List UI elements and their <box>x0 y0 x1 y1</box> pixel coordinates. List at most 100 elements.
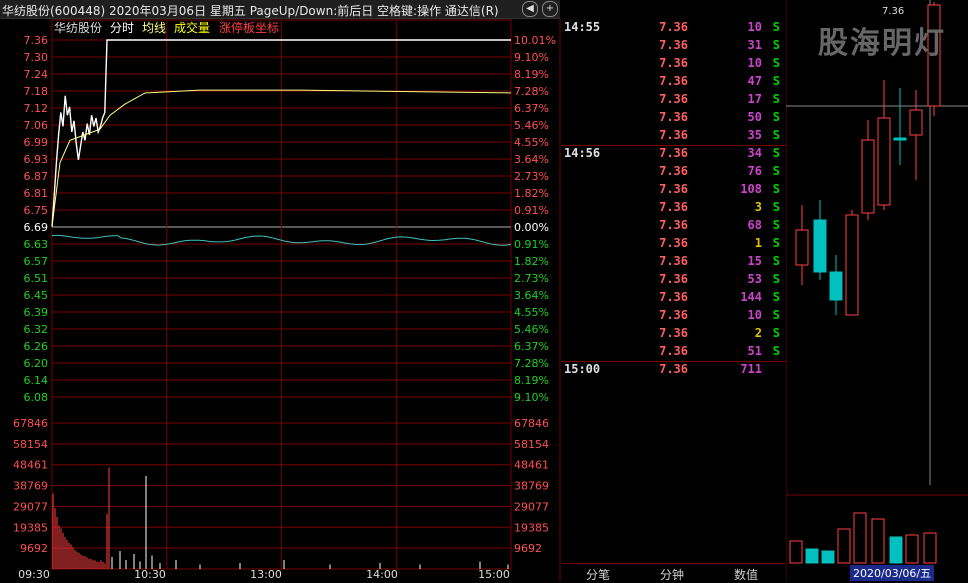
add-icon[interactable]: + <box>542 1 558 17</box>
legend-item: 涨停板坐标 <box>219 20 279 35</box>
price-tick-label: 7.24 <box>24 68 49 81</box>
price-tick-label: 6.20 <box>24 357 49 370</box>
kline-date-label: 2020/03/06/五 <box>850 565 935 581</box>
tick-row: 7.36 31 S <box>562 38 786 56</box>
volume-tick-label-right: 29077 <box>514 500 549 513</box>
tick-time: 14:56 <box>564 146 601 160</box>
pct-tick-label: 3.64% <box>514 289 549 302</box>
tick-bs: S <box>772 272 780 286</box>
tick-bs: S <box>772 326 780 340</box>
volume-tick-label: 19385 <box>13 521 48 534</box>
tick-vol: 10 <box>747 308 762 322</box>
price-tick-label: 6.93 <box>24 153 49 166</box>
price-tick-label: 6.14 <box>24 374 49 387</box>
tick-vol: 76 <box>747 164 762 178</box>
tick-row: 7.36 108 S <box>562 182 786 200</box>
tick-price: 7.36 <box>659 182 688 196</box>
price-tick-label: 7.06 <box>24 119 49 132</box>
tick-list[interactable]: 14:55 7.36 10 S 7.36 31 S 7.36 10 S 7.36 47 S 7.36 17 S… <box>562 18 786 563</box>
price-tick-label: 6.57 <box>24 255 49 268</box>
price-tick-label: 6.75 <box>24 204 49 217</box>
volume-tick-label: 38769 <box>13 480 48 493</box>
tick-row: 7.36 1 S <box>562 236 786 254</box>
tick-bs: S <box>772 290 780 304</box>
tick-row: 7.36 50 S <box>562 110 786 128</box>
pct-tick-label: 0.91% <box>514 204 549 217</box>
tick-bs: S <box>772 182 780 196</box>
tick-price: 7.36 <box>659 290 688 304</box>
pct-tick-label: 4.55% <box>514 306 549 319</box>
tick-row: 7.36 144 S <box>562 290 786 308</box>
tick-price: 7.36 <box>659 308 688 322</box>
pct-tick-label: 2.73% <box>514 272 549 285</box>
tick-vol: 3 <box>754 200 762 214</box>
tick-bs: S <box>772 164 780 178</box>
tick-price: 7.36 <box>659 38 688 52</box>
tick-row: 15:00 7.36 711 <box>562 362 786 380</box>
tick-vol: 50 <box>747 110 762 124</box>
pct-tick-label: 6.37% <box>514 102 549 115</box>
pct-tick-label: 9.10% <box>514 391 549 404</box>
tick-price: 7.36 <box>659 344 688 358</box>
tick-bs: S <box>772 200 780 214</box>
tick-row: 7.36 51 S <box>562 344 786 362</box>
price-tick-label: 7.36 <box>24 34 49 47</box>
pct-tick-label: 3.64% <box>514 153 549 166</box>
kline-volume-bar <box>837 528 851 564</box>
pct-tick-label: 2.73% <box>514 170 549 183</box>
tick-row: 7.36 15 S <box>562 254 786 272</box>
tab-minutes[interactable]: 分钟 <box>660 566 684 583</box>
volume-tick-label: 67846 <box>13 417 48 430</box>
tick-vol: 47 <box>747 74 762 88</box>
pct-tick-label: 5.46% <box>514 119 549 132</box>
tick-bs: S <box>772 74 780 88</box>
pct-tick-label: 10.01% <box>514 34 556 47</box>
price-tick-label: 6.99 <box>24 136 49 149</box>
price-tick-label: 6.08 <box>24 391 49 404</box>
time-tick-label: 10:30 <box>134 568 166 581</box>
tick-bs: S <box>772 110 780 124</box>
tick-price: 7.36 <box>659 146 688 160</box>
tick-vol: 2 <box>754 326 762 340</box>
tick-bs: S <box>772 218 780 232</box>
volume-tick-label-right: 9692 <box>514 542 542 555</box>
price-tick-label: 6.39 <box>24 306 49 319</box>
tick-vol: 53 <box>747 272 762 286</box>
kline-volume-bar <box>821 550 835 564</box>
tick-vol: 108 <box>740 182 762 196</box>
tick-vol: 10 <box>747 20 762 34</box>
price-tick-label: 6.69 <box>24 221 49 234</box>
tick-row: 7.36 10 S <box>562 308 786 326</box>
volume-tick-label-right: 19385 <box>514 521 549 534</box>
back-icon[interactable]: ◀ <box>522 1 538 17</box>
kline-volume-bar <box>853 512 867 564</box>
tick-row: 7.36 10 S <box>562 56 786 74</box>
tab-values[interactable]: 数值 <box>734 566 758 583</box>
price-tick-label: 6.32 <box>24 323 49 336</box>
tick-bs: S <box>772 308 780 322</box>
tick-price: 7.36 <box>659 272 688 286</box>
tick-bs: S <box>772 92 780 106</box>
tick-bs: S <box>772 236 780 250</box>
price-tick-label: 7.30 <box>24 51 49 64</box>
tick-vol: 31 <box>747 38 762 52</box>
pct-tick-label: 0.00% <box>514 221 549 234</box>
tick-time: 14:55 <box>564 20 601 34</box>
intraday-chart[interactable]: 华纺股份 分时 均线 成交量 涨停板坐标 7.36 10.01% 7.30 9.10% 7.24 8… <box>0 18 562 581</box>
pct-tick-label: 9.10% <box>514 51 549 64</box>
pct-tick-label: 0.91% <box>514 238 549 251</box>
tab-ticks[interactable]: 分笔 <box>586 566 610 583</box>
kline-candle <box>909 109 923 136</box>
tick-vol: 68 <box>747 218 762 232</box>
kline-candle <box>795 229 809 266</box>
volume-tick-label-right: 58154 <box>514 438 549 451</box>
tick-price: 7.36 <box>659 218 688 232</box>
kline-candle <box>813 219 827 273</box>
kline-chart[interactable]: 7.36 <box>786 0 968 581</box>
pct-tick-label: 7.28% <box>514 85 549 98</box>
tick-row: 14:56 7.36 34 S <box>562 146 786 164</box>
tick-vol: 17 <box>747 92 762 106</box>
tick-vol: 15 <box>747 254 762 268</box>
price-tick-label: 6.26 <box>24 340 49 353</box>
tick-price: 7.36 <box>659 92 688 106</box>
